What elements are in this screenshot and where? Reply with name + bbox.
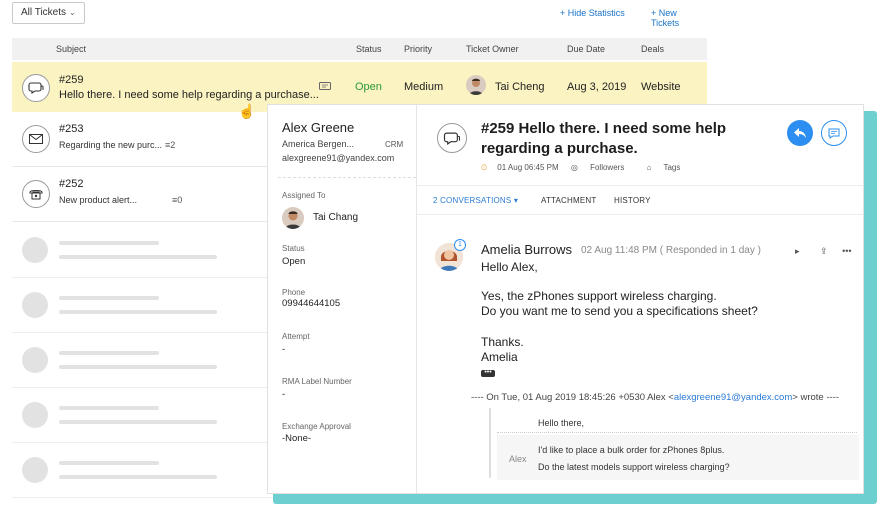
tab-history[interactable]: HISTORY bbox=[614, 196, 651, 205]
contact-sidebar: Alex Greene America Bergen... CRM alexgr… bbox=[268, 105, 417, 493]
quote-inner bbox=[497, 435, 859, 480]
ticket-title: #259 Hello there. I need some help regar… bbox=[481, 120, 727, 157]
crm-badge[interactable]: CRM bbox=[385, 140, 403, 149]
contact-email: alexgreene91@yandex.com bbox=[282, 153, 395, 163]
sender-name[interactable]: Amelia Burrows bbox=[481, 242, 572, 257]
status-value[interactable]: Open bbox=[282, 256, 305, 267]
divider bbox=[278, 177, 416, 178]
assignee-name[interactable]: Tai Chang bbox=[313, 212, 358, 223]
owner-avatar bbox=[466, 75, 486, 95]
tab-attachment[interactable]: ATTACHMENT bbox=[541, 196, 596, 205]
message-line: Amelia bbox=[481, 350, 518, 364]
ticket-subject[interactable]: New product alert... bbox=[59, 195, 137, 205]
ticket-filter-dropdown[interactable]: All Tickets ⌄ bbox=[12, 2, 85, 24]
message-line: Do you want me to send you a specificati… bbox=[481, 304, 758, 318]
tags-button[interactable]: ⌂ Tags bbox=[647, 163, 691, 172]
quote-line: I'd like to place a bulk order for zPhon… bbox=[538, 445, 725, 455]
ticket-tabs: 2 CONVERSATIONS ▾ ATTACHMENT HISTORY bbox=[417, 185, 863, 215]
envelope-icon bbox=[22, 125, 50, 153]
rma-value[interactable]: - bbox=[282, 389, 285, 400]
contact-org: America Bergen... bbox=[282, 139, 355, 149]
reply-button[interactable] bbox=[787, 120, 813, 146]
attempt-value[interactable]: - bbox=[282, 344, 285, 355]
ticket-detail-panel: Alex Greene America Bergen... CRM alexgr… bbox=[267, 104, 864, 494]
ticket-number[interactable]: #252 bbox=[59, 178, 83, 190]
message-line: Thanks. bbox=[481, 335, 524, 349]
ticket-meta: ⏲ 01 Aug 06:45 PM ◎ Followers ⌂ Tags bbox=[481, 163, 700, 173]
message-line: Yes, the zPhones support wireless chargi… bbox=[481, 289, 717, 303]
reply-icon bbox=[794, 128, 806, 138]
table-header: Subject Status Priority Ticket Owner Due… bbox=[12, 38, 707, 60]
hide-statistics-link[interactable]: + Hide Statistics bbox=[560, 8, 625, 18]
eye-icon: ◎ bbox=[570, 163, 578, 172]
followers-button[interactable]: ◎ Followers bbox=[571, 163, 634, 172]
channel-comment-icon bbox=[319, 82, 331, 95]
top-bar: All Tickets ⌄ + Hide Statistics + New Tic… bbox=[12, 2, 707, 28]
ticket-owner: Tai Cheng bbox=[495, 81, 545, 93]
quote-email-link[interactable]: alexgreene91@yandex.com bbox=[674, 392, 792, 403]
assignee-avatar bbox=[282, 207, 304, 229]
ticket-number[interactable]: #259 bbox=[59, 74, 83, 86]
ticket-subject[interactable]: Regarding the new purc... bbox=[59, 140, 162, 150]
col-owner[interactable]: Ticket Owner bbox=[466, 44, 519, 54]
phone-label: Phone bbox=[282, 288, 306, 297]
reply-count-badge: 1 bbox=[454, 239, 466, 251]
quote-line: Hello there, bbox=[538, 418, 585, 428]
col-subject[interactable]: Subject bbox=[56, 44, 86, 54]
thread-count: ≡2 bbox=[165, 140, 176, 150]
col-status[interactable]: Status bbox=[356, 44, 382, 54]
quote-line: Do the latest models support wireless ch… bbox=[538, 462, 730, 472]
chevron-down-icon: ⌄ bbox=[69, 8, 76, 17]
ticket-content: #259 Hello there. I need some help regar… bbox=[417, 105, 863, 493]
attempt-label: Attempt bbox=[282, 332, 310, 341]
share-icon[interactable]: ⇪ bbox=[820, 246, 828, 256]
divider bbox=[497, 432, 857, 433]
comment-icon bbox=[828, 128, 840, 139]
show-more-button[interactable]: ••• bbox=[481, 369, 495, 377]
play-icon[interactable]: ▸ bbox=[795, 246, 800, 256]
col-priority[interactable]: Priority bbox=[404, 44, 432, 54]
clock-icon: ⏲ bbox=[481, 163, 488, 172]
ticket-date: 01 Aug 06:45 PM bbox=[497, 163, 559, 172]
status-label: Status bbox=[282, 244, 305, 253]
phone-icon bbox=[22, 180, 50, 208]
ticket-deals: Website bbox=[641, 81, 681, 93]
comment-button[interactable] bbox=[821, 120, 847, 146]
assigned-label: Assigned To bbox=[282, 191, 326, 200]
quote-header: ---- On Tue, 01 Aug 2019 18:45:26 +0530 … bbox=[471, 392, 839, 403]
more-options-icon[interactable]: ••• bbox=[842, 246, 851, 256]
tab-conversations[interactable]: 2 CONVERSATIONS ▾ bbox=[433, 196, 518, 205]
chat-icon bbox=[437, 123, 467, 153]
phone-value[interactable]: 09944644105 bbox=[282, 298, 340, 309]
filter-label: All Tickets bbox=[21, 7, 67, 18]
exchange-value[interactable]: -None- bbox=[282, 433, 311, 444]
tag-icon: ⌂ bbox=[646, 163, 652, 172]
message-line: Hello Alex, bbox=[481, 260, 538, 274]
exchange-label: Exchange Approval bbox=[282, 422, 351, 431]
ticket-priority: Medium bbox=[404, 81, 444, 93]
contact-name[interactable]: Alex Greene bbox=[282, 120, 354, 135]
message-meta: 02 Aug 11:48 PM ( Responded in 1 day ) bbox=[581, 245, 761, 256]
message-actions: ▸ ⇪ ••• bbox=[795, 246, 852, 257]
ticket-due-date: Aug 3, 2019 bbox=[567, 81, 627, 93]
ticket-subject[interactable]: Hello there. I need some help regarding … bbox=[59, 89, 319, 101]
quote-sender: Alex bbox=[509, 454, 527, 464]
caret-down-icon: ▾ bbox=[513, 196, 519, 205]
ticket-status: Open bbox=[355, 81, 382, 93]
ticket-number[interactable]: #253 bbox=[59, 123, 83, 135]
chat-icon bbox=[22, 74, 50, 102]
col-deals[interactable]: Deals bbox=[641, 44, 664, 54]
col-due-date[interactable]: Due Date bbox=[567, 44, 605, 54]
new-tickets-link[interactable]: + New Tickets bbox=[651, 8, 707, 28]
thread-count: ≡0 bbox=[172, 195, 183, 205]
rma-label: RMA Label Number bbox=[282, 377, 352, 386]
